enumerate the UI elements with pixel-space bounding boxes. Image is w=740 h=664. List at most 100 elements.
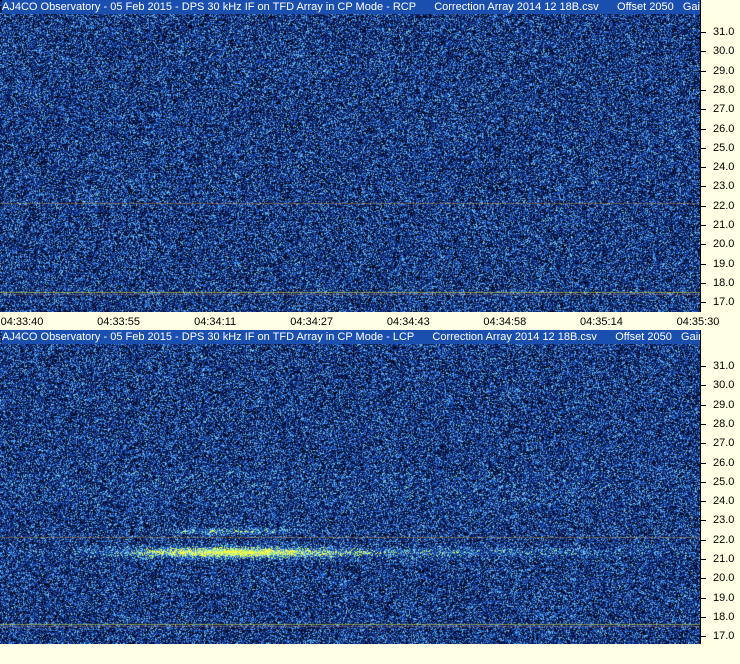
tick-mark	[701, 559, 706, 560]
frequency-tick: 31.0	[701, 25, 740, 39]
tick-mark	[701, 282, 706, 284]
tick-mark	[701, 147, 706, 149]
tick-mark	[701, 501, 706, 503]
frequency-tick-label: 21.0	[713, 553, 735, 565]
tick-mark	[701, 481, 706, 483]
frequency-tick-label: 27.0	[713, 103, 735, 116]
frequency-tick: 23.0	[701, 513, 740, 527]
tick-mark	[701, 89, 706, 91]
frequency-tick: 28.0	[701, 83, 740, 97]
tick-mark	[701, 109, 706, 111]
frequency-tick-label: 28.0	[713, 83, 735, 96]
frequency-tick: 22.0	[701, 199, 740, 213]
frequency-tick-label: 25.0	[713, 141, 735, 154]
tick-mark	[701, 462, 706, 464]
frequency-tick: 21.0	[701, 552, 740, 566]
status-strip	[0, 644, 740, 664]
time-tick-label: 04:33:40	[0, 316, 44, 328]
frequency-tick: 19.0	[701, 591, 740, 605]
frequency-tick-label: 17.0	[713, 296, 735, 309]
frequency-tick: 29.0	[701, 64, 740, 78]
frequency-tick-label: 31.0	[713, 26, 735, 38]
panel-title-rcp: AJ4CO Observatory - 05 Feb 2015 - DPS 30…	[2, 0, 729, 14]
tick-mark	[701, 404, 706, 406]
frequency-tick: 30.0	[701, 378, 740, 392]
frequency-tick-label: 28.0	[713, 417, 735, 430]
spectrogram-panel-rcp: AJ4CO Observatory - 05 Feb 2015 - DPS 30…	[0, 0, 740, 312]
frequency-tick-label: 20.0	[713, 238, 735, 251]
tick-mark	[701, 186, 706, 188]
tick-mark	[701, 70, 706, 72]
tick-mark	[701, 385, 706, 387]
frequency-tick-label: 25.0	[713, 475, 735, 488]
spectrogram-panel-lcp: AJ4CO Observatory - 05 Feb 2015 - DPS 30…	[0, 330, 740, 644]
tick-mark	[701, 32, 706, 33]
frequency-tick: 22.0	[701, 533, 740, 547]
frequency-tick: 26.0	[701, 456, 740, 470]
frequency-tick: 17.0	[701, 629, 740, 643]
frequency-tick: 27.0	[701, 102, 740, 116]
frequency-tick-label: 24.0	[713, 161, 735, 174]
frequency-tick-label: 29.0	[713, 64, 735, 77]
frequency-axis-lcp: 31.0 30.0 29.0 28.0 27.0 26.0 25.0 24.0 23.0 22.0…	[700, 330, 740, 644]
tick-mark	[701, 302, 706, 304]
frequency-tick: 23.0	[701, 179, 740, 193]
frequency-tick-label: 22.0	[713, 199, 735, 212]
time-tick-label: 04:35:14	[580, 316, 623, 328]
frequency-tick-label: 27.0	[713, 437, 735, 450]
tick-mark	[701, 225, 706, 226]
tick-mark	[701, 616, 706, 618]
frequency-tick-label: 21.0	[713, 219, 735, 231]
tick-mark	[701, 578, 706, 580]
spectrogram-lcp[interactable]	[0, 330, 700, 644]
frequency-tick: 17.0	[701, 295, 740, 309]
time-tick-label: 04:34:27	[290, 316, 334, 328]
frequency-tick: 25.0	[701, 475, 740, 489]
time-axis: 04:33:40 04:33:55 04:34:11 04:34:27 04:34:43…	[0, 312, 740, 330]
frequency-axis-rcp: 31.0 30.0 29.0 28.0 27.0 26.0 25.0 24.0 23.0 22.0…	[700, 0, 740, 312]
frequency-tick: 24.0	[701, 494, 740, 508]
frequency-tick-label: 18.0	[713, 276, 735, 289]
frequency-tick-label: 18.0	[713, 610, 735, 623]
frequency-tick: 30.0	[701, 44, 740, 58]
frequency-tick-label: 26.0	[713, 456, 735, 469]
frequency-tick: 20.0	[701, 237, 740, 251]
frequency-tick: 29.0	[701, 398, 740, 412]
frequency-tick: 28.0	[701, 417, 740, 431]
tick-mark	[701, 539, 706, 541]
frequency-tick-label: 30.0	[713, 379, 735, 392]
tick-mark	[701, 520, 706, 522]
time-tick-label: 04:33:55	[97, 316, 140, 328]
frequency-tick: 19.0	[701, 257, 740, 271]
frequency-tick: 20.0	[701, 571, 740, 585]
tick-mark	[701, 423, 706, 425]
frequency-tick: 26.0	[701, 122, 740, 136]
tick-mark	[701, 636, 706, 638]
time-tick-label: 04:34:58	[483, 316, 527, 328]
tick-mark	[701, 128, 706, 130]
frequency-tick-label: 19.0	[713, 591, 735, 604]
tick-mark	[701, 51, 706, 53]
spectrogram-canvas-rcp	[0, 0, 700, 312]
frequency-tick: 18.0	[701, 276, 740, 290]
frequency-tick-label: 31.0	[713, 360, 735, 372]
tick-mark	[701, 263, 706, 265]
frequency-tick-label: 30.0	[713, 45, 735, 58]
frequency-tick: 27.0	[701, 436, 740, 450]
spectrogram-canvas-lcp	[0, 330, 700, 644]
frequency-tick: 18.0	[701, 610, 740, 624]
frequency-tick: 25.0	[701, 141, 740, 155]
spectrogram-rcp[interactable]	[0, 0, 700, 312]
tick-mark	[701, 366, 706, 367]
tick-mark	[701, 597, 706, 599]
frequency-tick-label: 19.0	[713, 257, 735, 270]
time-tick-label: 04:34:11	[194, 316, 237, 328]
panel-title-lcp: AJ4CO Observatory - 05 Feb 2015 - DPS 30…	[2, 330, 727, 344]
frequency-tick-label: 17.0	[713, 630, 735, 643]
frequency-tick: 31.0	[701, 359, 740, 373]
tick-mark	[701, 244, 706, 246]
frequency-tick-label: 29.0	[713, 398, 735, 411]
frequency-tick-label: 24.0	[713, 495, 735, 508]
frequency-tick-label: 23.0	[713, 514, 735, 527]
tick-mark	[701, 167, 706, 169]
